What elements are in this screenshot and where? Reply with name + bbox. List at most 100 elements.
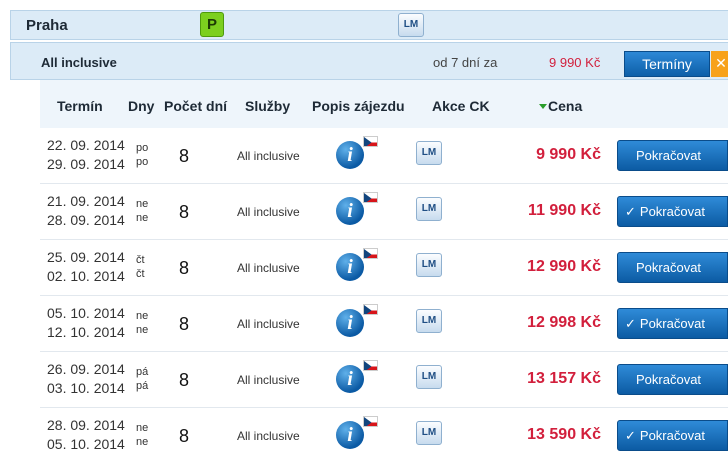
column-promo[interactable]: Akce CK: [432, 98, 490, 114]
date-from: 28. 09. 2014: [47, 417, 125, 433]
table-row: 21. 09. 2014 28. 09. 2014 ne ne 8 All in…: [40, 184, 728, 240]
column-num-days[interactable]: Počet dní: [164, 98, 227, 114]
continue-button[interactable]: ✓ Pokračovat: [617, 196, 728, 227]
date-from: 05. 10. 2014: [47, 305, 125, 321]
day-to: ne: [136, 436, 149, 448]
date-to: 05. 10. 2014: [47, 436, 125, 452]
czech-flag-icon: [363, 192, 378, 203]
czech-flag-icon: [363, 304, 378, 315]
continue-button[interactable]: Pokračovat: [617, 364, 728, 395]
table-row: 25. 09. 2014 02. 10. 2014 čt čt 8 All in…: [40, 240, 728, 296]
table-row: 28. 09. 2014 05. 10. 2014 ne ne 8 All in…: [40, 408, 728, 462]
destination-bar: Praha P LM: [10, 10, 728, 40]
last-minute-badge: LM: [398, 13, 424, 37]
service: All inclusive: [237, 373, 300, 387]
column-services[interactable]: Služby: [245, 98, 290, 114]
date-from: 21. 09. 2014: [47, 193, 125, 209]
row-price: 9 990 Kč: [536, 146, 601, 163]
sort-desc-icon: [539, 104, 547, 109]
day-from: ne: [136, 198, 149, 210]
day-to: po: [136, 156, 149, 168]
city-name: Praha: [26, 17, 68, 34]
last-minute-badge: LM: [416, 253, 442, 277]
column-days-of-week[interactable]: Dny: [128, 98, 154, 114]
row-price: 12 990 Kč: [527, 258, 601, 275]
close-icon[interactable]: ✕: [711, 51, 728, 77]
date-to: 12. 10. 2014: [47, 324, 125, 340]
column-description[interactable]: Popis zájezdu: [312, 98, 405, 114]
table-row: 22. 09. 2014 29. 09. 2014 po po 8 All in…: [40, 128, 728, 184]
column-term[interactable]: Termín: [57, 98, 103, 114]
info-icon[interactable]: i: [336, 197, 364, 225]
table-row: 26. 09. 2014 03. 10. 2014 pá pá 8 All in…: [40, 352, 728, 408]
column-price[interactable]: Cena: [539, 98, 582, 114]
last-minute-badge: LM: [416, 309, 442, 333]
check-icon: ✓: [625, 428, 636, 443]
date-from: 22. 09. 2014: [47, 137, 125, 153]
info-icon[interactable]: i: [336, 421, 364, 449]
row-price: 12 998 Kč: [527, 314, 601, 331]
num-days: 8: [179, 258, 190, 278]
info-icon[interactable]: i: [336, 309, 364, 337]
info-icon[interactable]: i: [336, 141, 364, 169]
column-price-label: Cena: [548, 98, 583, 114]
row-price: 11 990 Kč: [528, 202, 601, 219]
row-price: 13 590 Kč: [527, 426, 601, 443]
service: All inclusive: [237, 429, 300, 443]
continue-button[interactable]: Pokračovat: [617, 252, 728, 283]
service: All inclusive: [237, 261, 300, 275]
info-icon[interactable]: i: [336, 365, 364, 393]
check-icon: ✓: [625, 316, 636, 331]
row-price: 13 157 Kč: [527, 370, 601, 387]
num-days: 8: [179, 202, 190, 222]
last-minute-badge: LM: [416, 197, 442, 221]
czech-flag-icon: [363, 248, 378, 259]
num-days: 8: [179, 146, 190, 166]
continue-button-label: Pokračovat: [636, 148, 702, 163]
num-days: 8: [179, 314, 190, 334]
date-to: 28. 09. 2014: [47, 212, 125, 228]
day-from: pá: [136, 366, 149, 378]
continue-button[interactable]: ✓ Pokračovat: [617, 308, 728, 339]
nights-label: od 7 dní za: [433, 55, 498, 70]
offer-summary-bar: All inclusive od 7 dní za 9 990 Kč Termí…: [10, 42, 728, 80]
info-icon[interactable]: i: [336, 253, 364, 281]
last-minute-badge: LM: [416, 141, 442, 165]
check-icon: ✓: [625, 204, 636, 219]
day-from: ne: [136, 310, 149, 322]
czech-flag-icon: [363, 136, 378, 147]
num-days: 8: [179, 426, 190, 446]
last-minute-badge: LM: [416, 421, 442, 445]
date-to: 03. 10. 2014: [47, 380, 125, 396]
table-row: 05. 10. 2014 12. 10. 2014 ne ne 8 All in…: [40, 296, 728, 352]
continue-button[interactable]: ✓ Pokračovat: [617, 420, 728, 451]
date-from: 25. 09. 2014: [47, 249, 125, 265]
last-minute-badge: LM: [416, 365, 442, 389]
board-type: All inclusive: [41, 55, 117, 70]
day-from: čt: [136, 254, 145, 266]
table-header: Termín Dny Počet dní Služby Popis zájezd…: [40, 80, 728, 128]
from-price: 9 990 Kč: [549, 55, 601, 70]
service: All inclusive: [237, 205, 300, 219]
service: All inclusive: [237, 149, 300, 163]
continue-button-label: Pokračovat: [639, 204, 705, 219]
continue-button-label: Pokračovat: [636, 372, 702, 387]
czech-flag-icon: [363, 360, 378, 371]
date-to: 02. 10. 2014: [47, 268, 125, 284]
date-to: 29. 09. 2014: [47, 156, 125, 172]
day-to: ne: [136, 212, 149, 224]
day-to: pá: [136, 380, 149, 392]
day-from: ne: [136, 422, 149, 434]
czech-flag-icon: [363, 416, 378, 427]
day-to: ne: [136, 324, 149, 336]
date-from: 26. 09. 2014: [47, 361, 125, 377]
service: All inclusive: [237, 317, 300, 331]
day-from: po: [136, 142, 149, 154]
num-days: 8: [179, 370, 190, 390]
day-to: čt: [136, 268, 145, 280]
continue-button-label: Pokračovat: [636, 260, 702, 275]
dates-button[interactable]: Termíny: [624, 51, 710, 77]
dates-table: Termín Dny Počet dní Služby Popis zájezd…: [40, 80, 728, 462]
continue-button[interactable]: Pokračovat: [617, 140, 728, 171]
continue-button-label: Pokračovat: [639, 316, 705, 331]
